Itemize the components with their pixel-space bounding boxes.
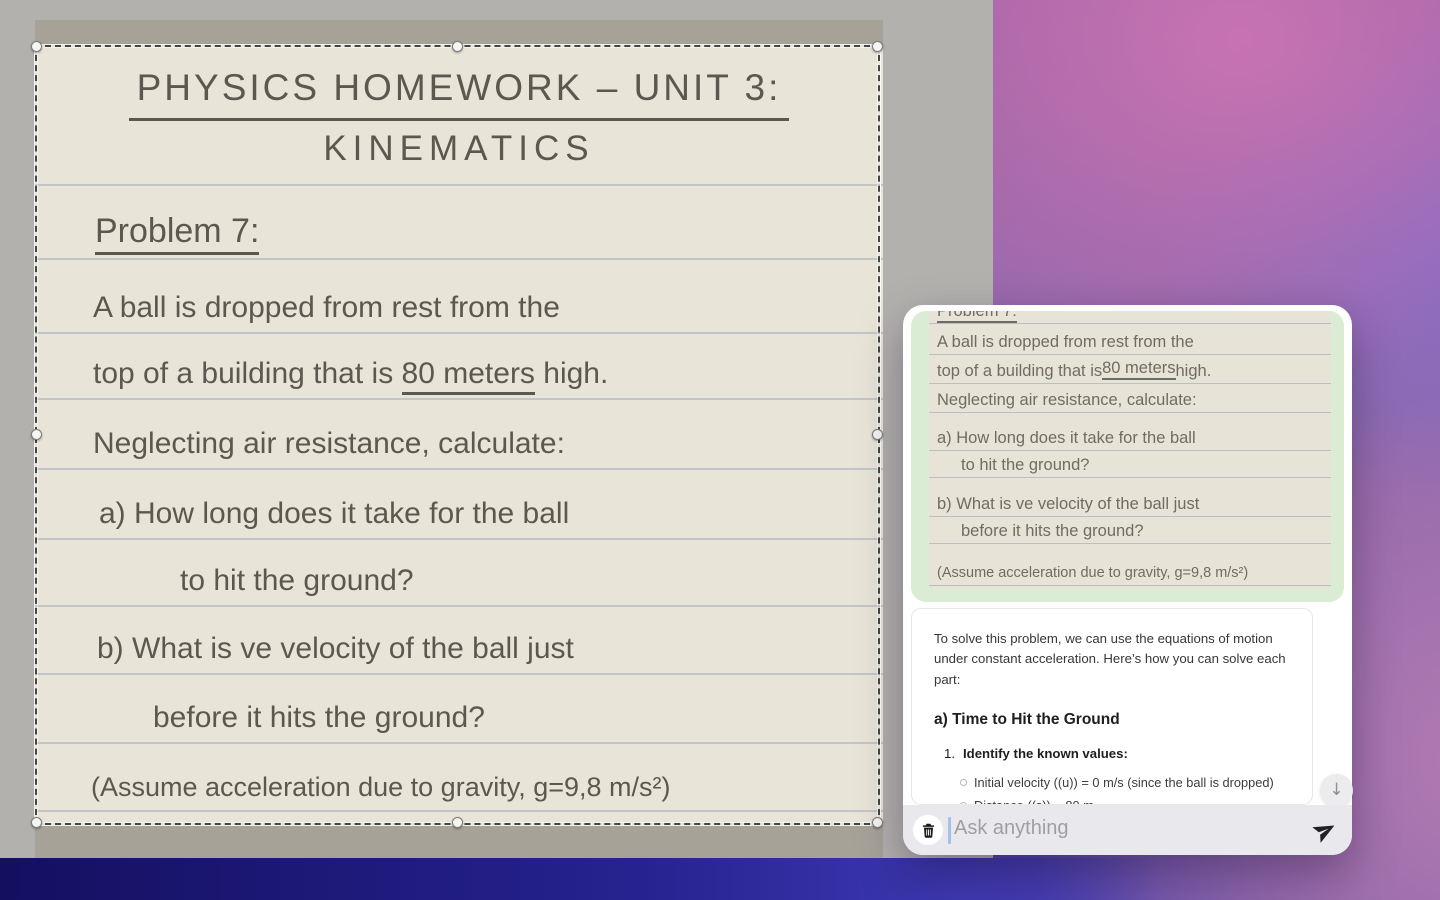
text-cursor bbox=[948, 817, 951, 844]
chevron-down-icon: ↓ bbox=[1329, 780, 1343, 800]
preview-line: before it hits the ground? bbox=[929, 517, 1331, 544]
preview-line: Problem 7: bbox=[929, 311, 1331, 324]
preview-line: a) How long does it take for the ball bbox=[929, 413, 1331, 451]
preview-line: (Assume acceleration due to gravity, g=9… bbox=[929, 544, 1331, 586]
step-title: Identify the known values: bbox=[963, 746, 1128, 761]
selection-preview-frame: Problem 7:A ball is dropped from rest fr… bbox=[911, 311, 1344, 602]
send-icon bbox=[1309, 813, 1343, 846]
delete-button[interactable] bbox=[913, 815, 943, 845]
selection-handle[interactable] bbox=[872, 429, 883, 440]
answer-intro: To solve this problem, we can use the eq… bbox=[934, 629, 1296, 690]
image-viewer-backdrop: PHYSICS HOMEWORK – UNIT 3: KINEMATICS Pr… bbox=[0, 0, 993, 858]
scroll-down-button[interactable]: ↓ bbox=[1320, 774, 1353, 807]
selection-handle[interactable] bbox=[452, 41, 463, 52]
selection-preview-image: Problem 7:A ball is dropped from rest fr… bbox=[929, 311, 1331, 589]
known-value-item: Distance ((s)) = 80 m bbox=[974, 797, 1296, 805]
selection-handle[interactable] bbox=[872, 817, 883, 828]
selection-handle[interactable] bbox=[31, 817, 42, 828]
preview-line: b) What is ve velocity of the ball just bbox=[929, 478, 1331, 517]
selection-handle[interactable] bbox=[872, 41, 883, 52]
known-value-item: Initial velocity ((u)) = 0 m/s (since th… bbox=[974, 774, 1296, 792]
ask-input-bar[interactable]: Ask anything bbox=[903, 805, 1352, 855]
answer-section-heading: a) Time to Hit the Ground bbox=[934, 711, 1296, 729]
assistant-popup: Problem 7:A ball is dropped from rest fr… bbox=[903, 305, 1352, 855]
selection-handle[interactable] bbox=[31, 41, 42, 52]
preview-line: top of a building that is 80 meters high… bbox=[929, 355, 1331, 384]
assistant-answer: To solve this problem, we can use the eq… bbox=[911, 608, 1313, 805]
wallpaper-navy-band bbox=[0, 858, 1160, 900]
preview-line: to hit the ground? bbox=[929, 451, 1331, 478]
send-button[interactable] bbox=[1313, 817, 1339, 843]
step-number: 1. bbox=[944, 746, 955, 761]
selection-handle[interactable] bbox=[452, 817, 463, 828]
preview-line: Neglecting air resistance, calculate: bbox=[929, 384, 1331, 413]
trash-icon bbox=[920, 822, 937, 839]
preview-line: A ball is dropped from rest from the bbox=[929, 324, 1331, 355]
ask-anything-input[interactable]: Ask anything bbox=[954, 817, 1069, 840]
selection-handle[interactable] bbox=[31, 429, 42, 440]
answer-step: 1. Identify the known values: bbox=[934, 746, 1296, 761]
known-values-list: Initial velocity ((u)) = 0 m/s (since th… bbox=[934, 774, 1296, 805]
screenshot-selection-region[interactable] bbox=[35, 45, 880, 825]
preview-line bbox=[929, 586, 1331, 589]
